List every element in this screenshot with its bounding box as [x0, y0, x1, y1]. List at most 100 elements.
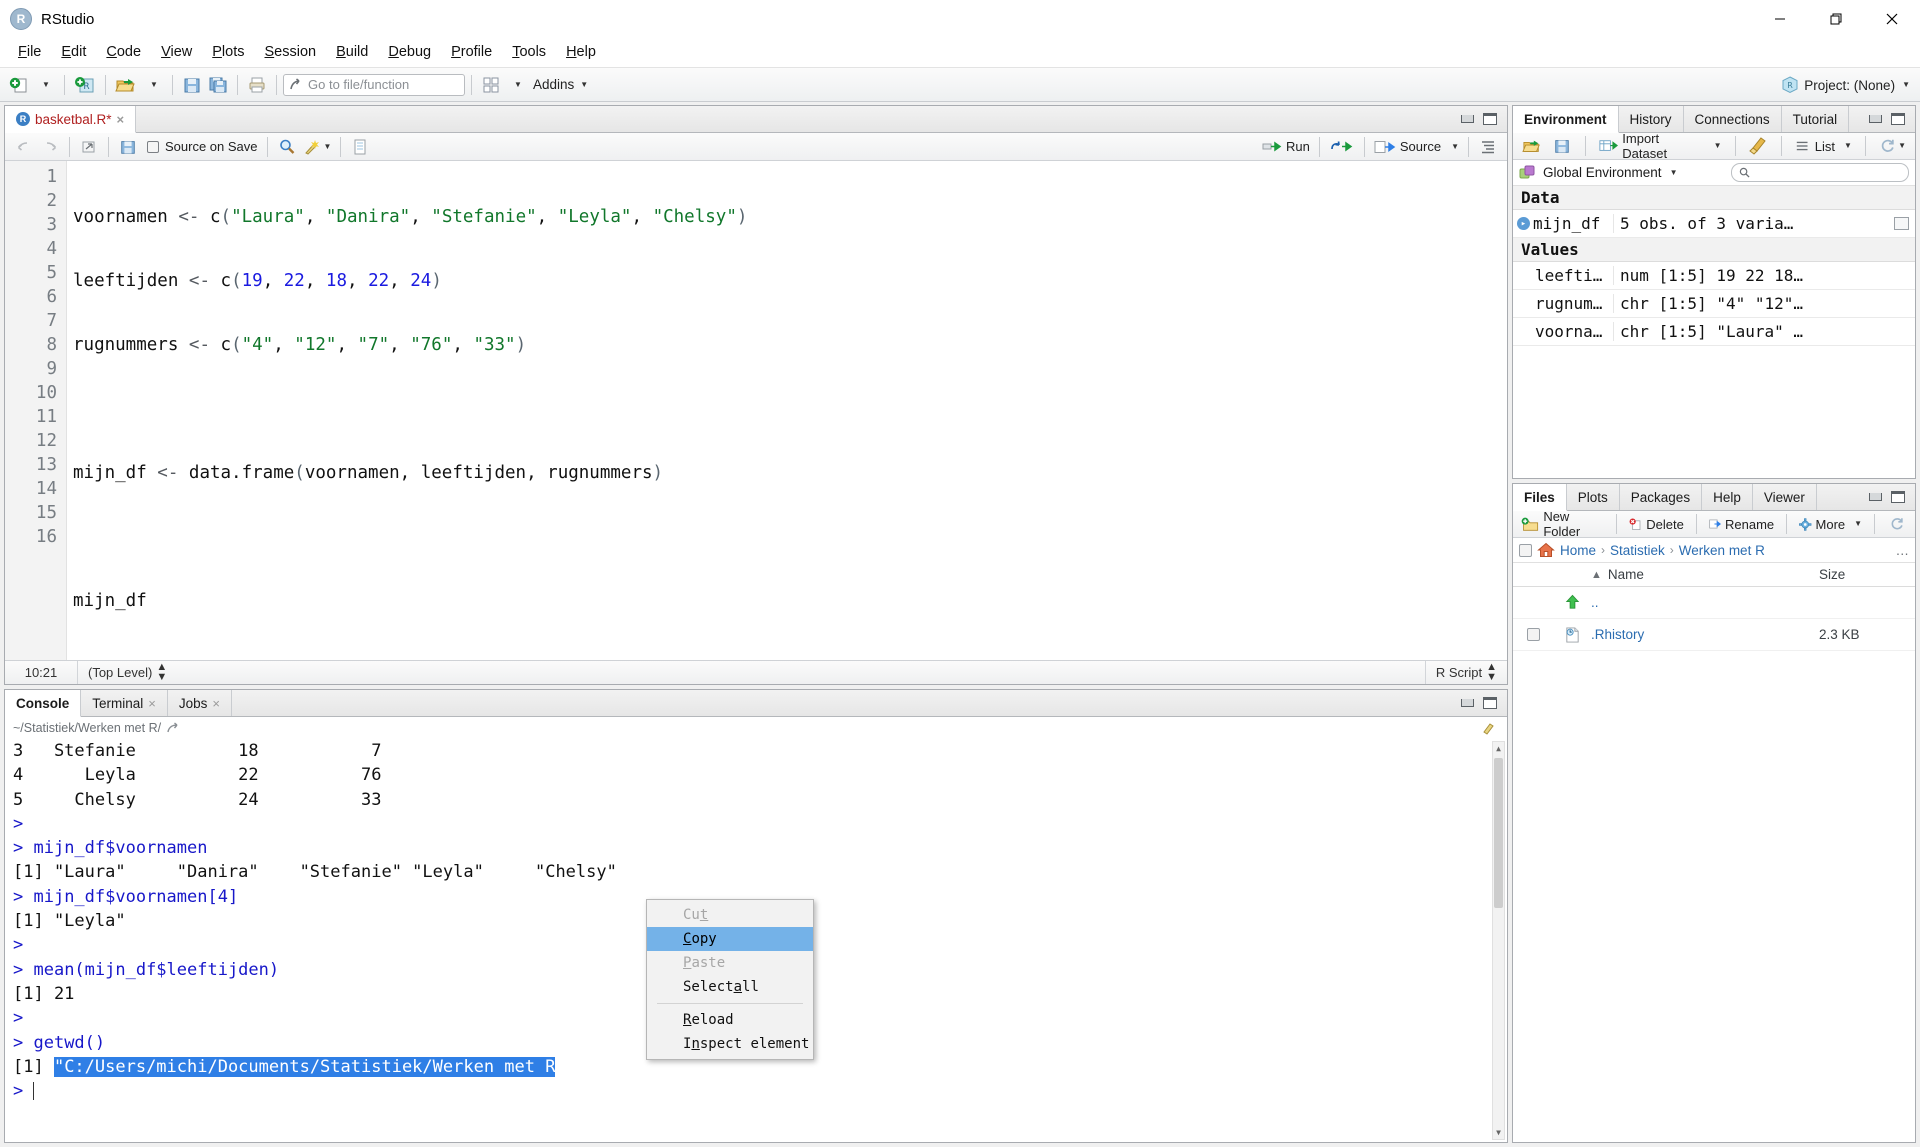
global-environment-label[interactable]: Global Environment [1543, 165, 1662, 180]
new-project-button[interactable]: R [71, 72, 99, 98]
new-file-button[interactable] [6, 72, 32, 98]
files-header-size[interactable]: Size [1819, 567, 1915, 582]
context-menu-item-select-all[interactable]: Select a ll [647, 975, 813, 999]
more-button[interactable]: More ▼ [1796, 511, 1865, 537]
save-button[interactable] [179, 72, 205, 98]
code-tools-button[interactable]: ▼ [300, 134, 335, 160]
menu-edit[interactable]: Edit [51, 41, 96, 64]
maximize-pane-icon[interactable] [1891, 491, 1905, 503]
select-all-checkbox[interactable] [1519, 543, 1532, 557]
maximize-pane-icon[interactable] [1891, 113, 1905, 125]
scope-selector[interactable]: (Top Level) ▲ ▼ [78, 661, 177, 684]
files-header-name[interactable]: ▲ Name [1591, 567, 1819, 582]
tab-tutorial[interactable]: Tutorial [1782, 106, 1850, 132]
source-tab-basketbal[interactable]: R basketbal.R* × [5, 106, 137, 133]
environment-row-rugnummers[interactable]: rugnum… chr [1:5] "4" "12"… [1513, 290, 1915, 318]
console-working-directory[interactable]: ~/Statistiek/Werken met R/ [5, 717, 1507, 739]
run-button[interactable]: Run [1259, 134, 1313, 160]
menu-view[interactable]: View [151, 41, 202, 64]
tab-viewer[interactable]: Viewer [1753, 484, 1817, 510]
breadcrumb-statistiek[interactable]: Statistiek [1610, 543, 1665, 558]
compile-report-button[interactable] [347, 134, 373, 160]
source-forward-button[interactable] [37, 134, 63, 160]
list-item[interactable]: .Rhistory 2.3 KB [1513, 619, 1915, 651]
refresh-environment-button[interactable]: ▼ [1876, 133, 1909, 159]
minimize-pane-icon[interactable] [1869, 115, 1882, 123]
close-icon[interactable]: × [212, 696, 220, 711]
environment-row-name[interactable]: ▸ mijn_df [1513, 214, 1613, 233]
minimize-pane-icon[interactable] [1461, 115, 1474, 123]
breadcrumb-werken-met-r[interactable]: Werken met R [1679, 543, 1765, 558]
close-icon[interactable]: × [117, 112, 125, 127]
close-icon[interactable]: × [148, 696, 156, 711]
scroll-up-arrow-icon[interactable]: ▲ [1493, 742, 1504, 755]
code-text-area[interactable]: voornamen <- c("Laura", "Danira", "Stefa… [67, 161, 1507, 660]
list-item[interactable]: .. [1513, 587, 1915, 619]
maximize-restore-button[interactable] [1808, 0, 1864, 38]
expand-icon[interactable]: ▸ [1517, 217, 1530, 230]
environment-row-voornamen[interactable]: voorna… chr [1:5] "Laura" … [1513, 318, 1915, 346]
chevron-down-icon[interactable]: ▼ [1670, 168, 1678, 177]
menu-debug[interactable]: Debug [378, 41, 441, 64]
console-output[interactable]: 3 Stefanie 18 7 4 Leyla 22 76 5 Chelsy 2… [5, 739, 1507, 1142]
menu-tools[interactable]: Tools [502, 41, 556, 64]
tab-environment[interactable]: Environment [1513, 106, 1619, 133]
tab-jobs[interactable]: Jobs × [168, 690, 232, 716]
addins-button[interactable]: Addins ▼ [530, 72, 591, 98]
workspace-panes-button[interactable] [478, 72, 504, 98]
source-save-button[interactable] [115, 134, 141, 160]
print-button[interactable] [244, 72, 270, 98]
file-type-selector[interactable]: R Script ▲ ▼ [1426, 661, 1507, 684]
menu-code[interactable]: Code [96, 41, 151, 64]
clear-workspace-button[interactable] [1745, 133, 1771, 159]
open-file-button[interactable] [112, 72, 140, 98]
breadcrumb-overflow[interactable]: … [1896, 543, 1910, 558]
minimize-pane-icon[interactable] [1869, 493, 1882, 501]
workspace-panes-dropdown[interactable]: ▼ [504, 72, 530, 98]
source-script-button[interactable]: Source ▼ [1371, 134, 1462, 160]
console-prompt-line[interactable]: > [13, 1079, 1507, 1103]
environment-search-input[interactable] [1731, 163, 1909, 182]
close-button[interactable] [1864, 0, 1920, 38]
menu-build[interactable]: Build [326, 41, 378, 64]
menu-session[interactable]: Session [255, 41, 327, 64]
rerun-button[interactable] [1326, 134, 1358, 160]
files-refresh-button[interactable] [1884, 511, 1910, 537]
view-data-grid-icon[interactable] [1894, 217, 1909, 230]
minimize-button[interactable] [1752, 0, 1808, 38]
view-mode-button[interactable]: List ▼ [1792, 133, 1854, 159]
tab-terminal[interactable]: Terminal × [81, 690, 168, 716]
context-menu-item-paste[interactable]: Paste [647, 951, 813, 975]
context-menu-item-reload[interactable]: Reload [647, 1008, 813, 1032]
popout-source-button[interactable] [76, 134, 102, 160]
new-file-dropdown[interactable]: ▼ [32, 72, 58, 98]
document-outline-button[interactable] [1475, 134, 1501, 160]
context-menu-item-cut[interactable]: Cu t [647, 903, 813, 927]
context-menu-item-inspect-element[interactable]: In spect element [647, 1032, 813, 1056]
import-dataset-button[interactable]: Import Dataset ▼ [1596, 131, 1725, 161]
file-name[interactable]: .. [1591, 595, 1819, 610]
scroll-down-arrow-icon[interactable]: ▼ [1493, 1126, 1504, 1139]
maximize-pane-icon[interactable] [1483, 113, 1497, 125]
environment-row-leeftijden[interactable]: leefti… num [1:5] 19 22 18… [1513, 262, 1915, 290]
load-workspace-button[interactable] [1519, 133, 1545, 159]
tab-files[interactable]: Files [1513, 484, 1567, 511]
file-name[interactable]: .Rhistory [1591, 627, 1819, 642]
goto-file-function-input[interactable]: Go to file/function [283, 73, 465, 96]
save-all-button[interactable] [205, 72, 231, 98]
breadcrumb-home[interactable]: Home [1560, 543, 1596, 558]
delete-button[interactable]: Delete [1626, 511, 1687, 537]
context-menu-item-copy[interactable]: Copy [647, 927, 813, 951]
new-folder-button[interactable]: New Folder [1518, 509, 1607, 539]
source-back-button[interactable] [11, 134, 37, 160]
code-editor[interactable]: 1 2 3 4 5 6 7 8 9 10 11 12 13 14 15 16 v… [5, 161, 1507, 660]
maximize-pane-icon[interactable] [1483, 697, 1497, 709]
scrollbar-thumb[interactable] [1494, 758, 1503, 908]
tab-help[interactable]: Help [1702, 484, 1753, 510]
project-selector[interactable]: R Project: (None) ▼ [1781, 68, 1910, 102]
selected-path-text[interactable]: "C:/Users/michi/Documents/Statistiek/Wer… [53, 1056, 556, 1077]
menu-file[interactable]: File [8, 41, 51, 64]
open-file-dropdown[interactable]: ▼ [140, 72, 166, 98]
minimize-pane-icon[interactable] [1461, 699, 1474, 707]
source-on-save-checkbox[interactable]: Source on Save [141, 134, 261, 160]
